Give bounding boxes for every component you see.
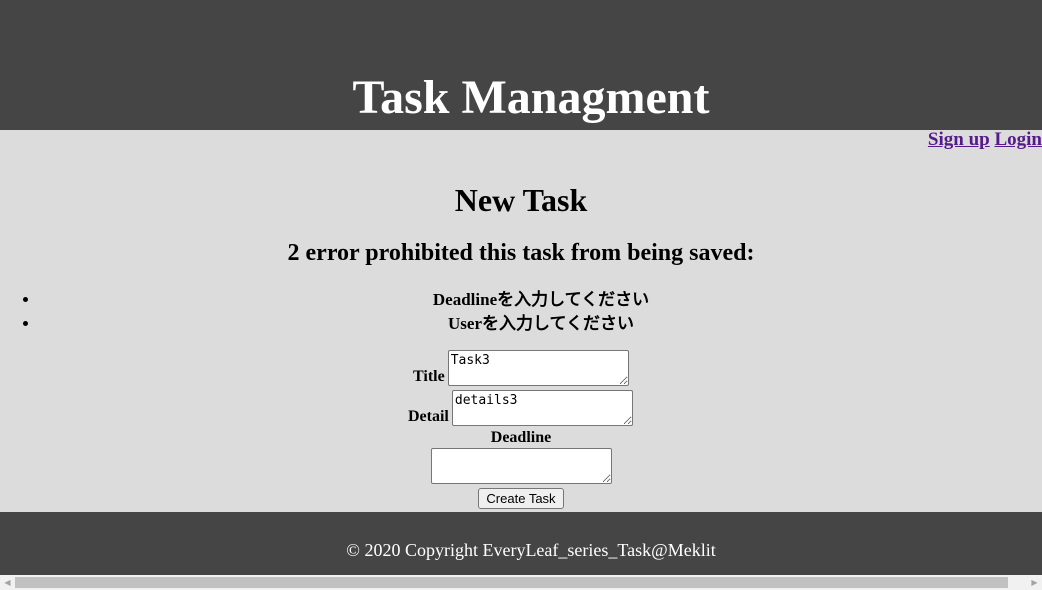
app-title: Task Managment bbox=[352, 71, 710, 124]
sign-up-link[interactable]: Sign up bbox=[928, 129, 990, 150]
header: Task Managment bbox=[0, 0, 1042, 130]
deadline-label: Deadline bbox=[490, 429, 552, 446]
title-label: Title bbox=[413, 368, 445, 385]
error-heading: 2 error prohibited this task from being … bbox=[287, 240, 755, 266]
error-item: Userを入力してください bbox=[40, 312, 1042, 336]
detail-row: Detail details3 bbox=[408, 390, 633, 426]
detail-input[interactable]: details3 bbox=[451, 390, 633, 426]
horizontal-scrollbar[interactable]: ◀ ▶ bbox=[0, 575, 1042, 590]
page-title: New Task bbox=[454, 182, 588, 218]
deadline-input[interactable] bbox=[431, 448, 612, 484]
login-link[interactable]: Login bbox=[994, 129, 1042, 150]
create-task-button[interactable]: Create Task bbox=[478, 488, 564, 509]
copyright-text: © 2020 Copyright EveryLeaf_series_Task@M… bbox=[346, 540, 716, 560]
title-row: Title Task3 bbox=[413, 350, 629, 386]
error-item: Deadlineを入力してください bbox=[40, 288, 1042, 312]
detail-label: Detail bbox=[408, 408, 449, 425]
scroll-left-arrow-icon[interactable]: ◀ bbox=[0, 575, 15, 590]
auth-nav: Sign up Login bbox=[928, 129, 1042, 151]
scroll-right-arrow-icon[interactable]: ▶ bbox=[1027, 575, 1042, 590]
error-list: Deadlineを入力してください Userを入力してください bbox=[0, 288, 1042, 336]
scrollbar-thumb[interactable] bbox=[15, 577, 1008, 588]
title-input[interactable]: Task3 bbox=[447, 350, 629, 386]
